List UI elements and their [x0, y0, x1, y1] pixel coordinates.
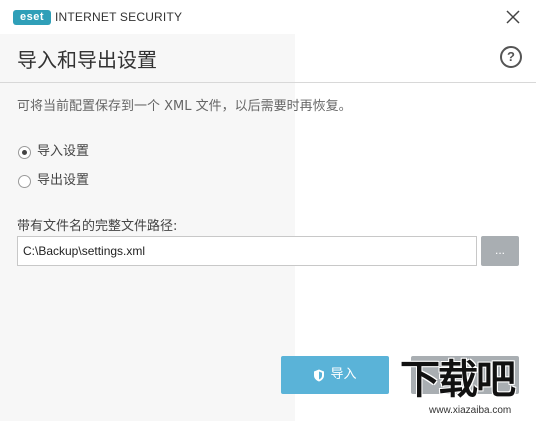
import-radio-label: 导入设置 — [37, 144, 90, 159]
file-path-label: 带有文件名的完整文件路径: — [17, 219, 178, 234]
help-button[interactable]: ? — [500, 46, 522, 68]
product-name: INTERNET SECURITY — [55, 10, 183, 24]
browse-button[interactable]: ... — [481, 236, 519, 266]
import-button-label: 导入 — [330, 367, 357, 382]
shield-icon — [314, 369, 325, 381]
import-button[interactable]: 导入 — [281, 356, 389, 394]
export-settings-option[interactable]: 导出设置 — [18, 171, 89, 191]
header-divider — [0, 82, 536, 83]
page-title: 导入和导出设置 — [17, 48, 157, 72]
title-bar: eset INTERNET SECURITY — [0, 0, 536, 34]
description-text: 可将当前配置保存到一个 XML 文件，以后需要时再恢复。 — [17, 99, 352, 114]
eset-logo: eset — [13, 10, 51, 25]
import-radio[interactable] — [18, 145, 31, 159]
watermark-url: www.xiazaiba.com — [429, 405, 512, 416]
watermark-logo: 下载吧 — [400, 357, 516, 403]
site-watermark: 下载吧 www.xiazaiba.com — [398, 358, 534, 420]
export-radio-label: 导出设置 — [37, 173, 90, 188]
import-settings-option[interactable]: 导入设置 — [18, 142, 89, 162]
close-button[interactable] — [504, 8, 522, 26]
export-radio[interactable] — [18, 174, 31, 188]
page-header: 导入和导出设置 ? — [0, 34, 536, 83]
file-path-input[interactable] — [17, 236, 477, 266]
import-export-dialog: eset INTERNET SECURITY 导入和导出设置 ? 可将当前配置保… — [0, 0, 536, 421]
close-icon — [506, 10, 520, 24]
